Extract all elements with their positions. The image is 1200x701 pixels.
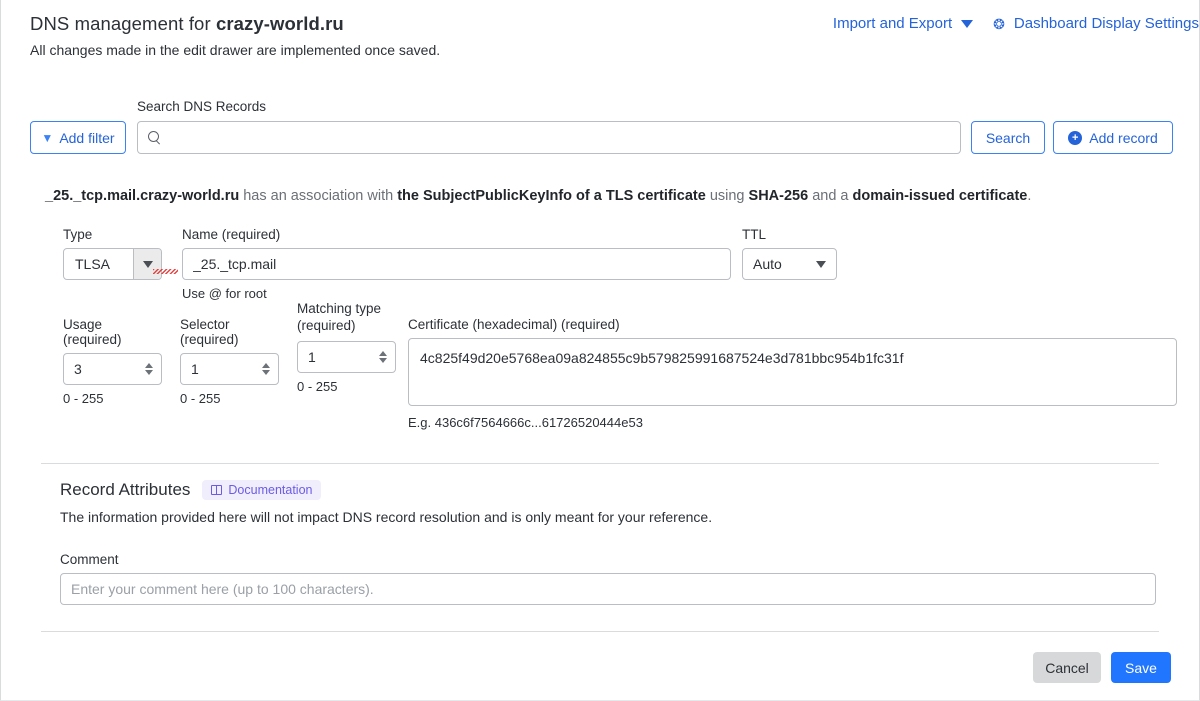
search-input-wrapper[interactable] [137,121,961,154]
record-attributes-header: Record Attributes Documentation [60,480,1171,500]
association-text-2: using [705,188,749,204]
type-select[interactable]: TLSA [63,248,162,280]
header-actions: Import and Export ❂ Dashboard Display Se… [833,15,1199,32]
association-text-3: and a [808,188,853,204]
chevron-down-icon[interactable] [379,357,387,363]
matching-type-helper-text: 0 - 255 [297,378,338,394]
page-title-prefix: DNS management for [30,13,216,34]
name-label: Name (required) [182,227,281,242]
chevron-up-icon[interactable] [145,363,153,368]
plus-circle-icon: + [1068,130,1083,145]
page-subtitle: All changes made in the edit drawer are … [30,42,441,58]
type-select-value: TLSA [75,256,111,272]
chevron-up-icon[interactable] [262,363,270,368]
documentation-badge[interactable]: Documentation [202,480,322,500]
import-and-export-label: Import and Export [832,15,953,32]
chevron-down-icon [961,19,974,28]
gear-icon: ❂ [993,15,1005,32]
selector-helper-text: 0 - 255 [180,391,221,406]
search-icon [148,131,161,144]
selector-label: Selector (required) [180,317,239,347]
section-divider-bottom [41,631,1159,632]
usage-stepper-arrows[interactable] [145,363,153,375]
selector-stepper-arrows[interactable] [262,363,270,375]
selector-input[interactable] [191,361,262,377]
documentation-badge-label: Documentation [228,483,313,497]
association-bold-2: SHA-256 [748,188,809,204]
chevron-up-icon[interactable] [379,350,387,356]
matching-type-field-group: Matching type (required) 0 - 255 [297,301,396,394]
page-title-domain: crazy-world.ru [215,13,344,34]
add-record-label: Add record [1089,129,1158,146]
usage-input[interactable] [74,361,145,377]
dashboard-display-settings-label: Dashboard Display Settings [1013,15,1199,32]
type-label: Type [63,227,93,242]
record-attributes-description: The information provided here will not i… [60,509,713,525]
usage-label: Usage (required) [63,317,122,347]
chevron-down-icon[interactable] [145,370,153,375]
search-button[interactable]: Search [971,121,1045,154]
dns-management-page: DNS management for crazy-world.ru All ch… [0,0,1200,701]
chevron-down-icon [816,260,826,268]
selector-field-group: Selector (required) 0 - 255 [180,317,279,406]
usage-field-group: Usage (required) 0 - 255 [63,317,162,406]
add-record-button[interactable]: + Add record [1053,121,1173,154]
name-helper-text: Use @ for root [182,286,267,301]
usage-stepper[interactable] [63,353,162,385]
association-bold-3: domain-issued certificate [852,188,1028,204]
save-button[interactable]: Save [1111,652,1171,683]
search-input[interactable] [169,129,950,146]
search-input-label: Search DNS Records [137,99,267,114]
ttl-field-group: TTL Auto [742,227,837,280]
add-filter-label: Add filter [59,129,115,146]
type-select-arrow[interactable] [133,249,161,279]
certificate-field-group: Certificate (hexadecimal) (required) E.g… [408,317,1177,430]
ttl-label: TTL [742,227,767,242]
record-association-summary: _25._tcp.mail.crazy-world.ru has an asso… [45,187,1171,207]
matching-type-stepper-arrows[interactable] [379,350,387,363]
chevron-down-icon[interactable] [262,370,270,375]
form-footer: Cancel Save [1033,652,1171,683]
certificate-helper-text: E.g. 436c6f7564666c...61726520444e53 [408,415,643,430]
ttl-select[interactable]: Auto [742,248,837,280]
association-text-4: . [1027,188,1032,204]
dashboard-display-settings-button[interactable]: ❂ Dashboard Display Settings [993,15,1199,32]
spellcheck-underline [153,269,178,274]
import-and-export-button[interactable]: Import and Export [832,15,974,32]
name-field-group: Name (required) Use @ for root [182,227,731,301]
record-attributes-title: Record Attributes [60,480,191,499]
association-text-1: has an association with [239,188,398,204]
type-field-group: Type TLSA [63,227,162,280]
certificate-label: Certificate (hexadecimal) (required) [408,317,620,332]
search-toolbar: Search DNS Records ▼ Add filter Search +… [30,99,1173,157]
chevron-down-icon [142,260,153,268]
ttl-select-value: Auto [753,256,782,272]
name-input[interactable] [182,248,731,280]
certificate-textarea[interactable] [408,338,1177,406]
usage-helper-text: 0 - 255 [63,391,104,406]
matching-type-stepper[interactable] [297,340,396,373]
comment-input[interactable] [60,573,1156,605]
matching-type-label: Matching type (required) [297,301,382,333]
cancel-button[interactable]: Cancel [1033,652,1101,683]
section-divider-top [41,463,1159,464]
comment-label: Comment [60,552,119,567]
add-filter-button[interactable]: ▼ Add filter [30,121,126,154]
selector-stepper[interactable] [180,353,279,385]
book-icon [211,484,223,496]
matching-type-input[interactable] [308,348,379,365]
funnel-icon: ▼ [41,130,54,145]
association-record-name: _25._tcp.mail.crazy-world.ru [45,188,240,204]
association-bold-1: the SubjectPublicKeyInfo of a TLS certif… [397,188,706,204]
record-attributes-section: Record Attributes Documentation The info… [60,480,1171,605]
